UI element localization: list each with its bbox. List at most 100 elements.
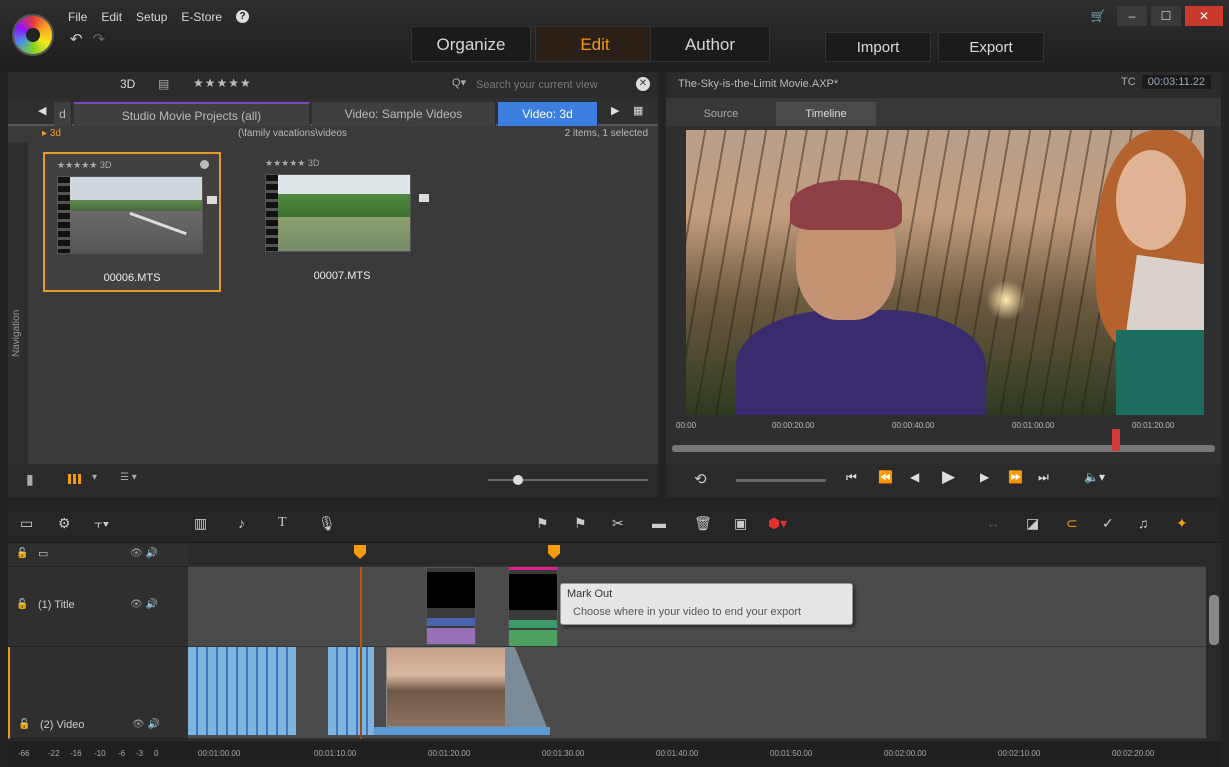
track-name[interactable]: (2) Video — [40, 719, 84, 731]
video-clip[interactable] — [328, 647, 374, 735]
menu-estore[interactable]: E-Store — [181, 10, 222, 24]
tab-source[interactable]: Source — [671, 102, 771, 126]
vertical-scrollbar[interactable] — [1209, 595, 1219, 645]
library-icon[interactable]: ▮ — [26, 471, 34, 488]
microphone-icon[interactable]: 🎙 — [318, 515, 336, 532]
go-to-start-icon[interactable]: ⏮ — [846, 470, 857, 485]
maximize-button[interactable]: ☐ — [1151, 6, 1181, 26]
title-clip[interactable] — [426, 567, 476, 645]
video-clip-thumbnail[interactable] — [386, 647, 506, 727]
help-icon[interactable]: ? — [236, 10, 250, 23]
split-icon[interactable]: ✂ — [612, 515, 624, 532]
music-icon[interactable]: ♪ — [238, 515, 245, 531]
library-tab-partial[interactable]: d — [54, 102, 72, 126]
menu-edit[interactable]: Edit — [101, 10, 122, 24]
volume-icon[interactable]: 🔈▾ — [1084, 470, 1105, 484]
storyboard-icon[interactable]: ▭ — [20, 515, 33, 532]
mark-out-flag[interactable] — [548, 545, 560, 559]
title-clip[interactable] — [508, 567, 558, 646]
step-forward-icon[interactable]: ▶ — [980, 470, 989, 484]
chevron-down-icon[interactable]: ▾ — [92, 472, 97, 483]
cart-icon[interactable]: 🛒 — [1083, 6, 1113, 26]
ripple-icon[interactable]: ◪ — [1026, 515, 1039, 532]
scrub-bar[interactable] — [672, 445, 1215, 452]
marker-icon[interactable]: ⬢▾ — [768, 515, 787, 532]
go-to-end-icon[interactable]: ⏭ — [1038, 470, 1049, 485]
transition[interactable] — [506, 647, 550, 735]
library-tab-video-3d[interactable]: Video: 3d — [498, 102, 598, 126]
export-button[interactable]: Export — [938, 32, 1044, 62]
mixer-icon[interactable]: ▥ — [194, 515, 207, 532]
clear-search-icon[interactable]: ✕ — [636, 77, 650, 91]
clip-item[interactable]: ★★★★★ 3D 00006.MTS — [43, 152, 221, 292]
snapshot-icon[interactable]: ▣ — [734, 515, 747, 532]
slider-handle[interactable] — [513, 475, 523, 485]
tab-list-icon[interactable]: ▦ — [633, 104, 643, 117]
next-icon[interactable]: ⏩ — [1008, 470, 1023, 484]
import-button[interactable]: Import — [825, 32, 931, 62]
clip-icon[interactable]: ▬ — [652, 515, 666, 531]
tab-author[interactable]: Author — [650, 26, 770, 62]
audio-scrub-icon[interactable]: ♫ — [1138, 515, 1149, 531]
folder-label[interactable]: ▸ 3d — [42, 128, 61, 139]
redo-icon[interactable]: ↷ — [93, 30, 106, 48]
thumbnail-size-slider[interactable] — [488, 475, 648, 485]
mark-out-icon[interactable]: ⚑ — [574, 515, 587, 532]
list-view-icon[interactable]: ☰ ▾ — [120, 472, 137, 483]
lock-icon[interactable]: 🔓 — [16, 599, 28, 610]
shuttle-control[interactable] — [736, 479, 826, 482]
tab-timeline[interactable]: Timeline — [776, 102, 876, 126]
visibility-audio-icon[interactable]: 👁 🔊 — [130, 548, 158, 559]
tag-icon[interactable]: ▤ — [158, 77, 169, 91]
lock-icon[interactable]: 🔓 — [16, 548, 28, 559]
clip-item[interactable]: ★★★★★ 3D 00007.MTS — [253, 152, 431, 292]
monitor-icon[interactable]: ▭ — [38, 547, 48, 560]
visibility-audio-icon[interactable]: 👁 🔊 — [132, 719, 160, 730]
magnet-icon[interactable]: ⊂ — [1066, 515, 1078, 532]
visibility-audio-icon[interactable]: 👁 🔊 — [130, 599, 158, 610]
previous-icon[interactable]: ⏪ — [878, 470, 893, 484]
filmstrip-icon — [58, 177, 70, 253]
minimize-button[interactable]: – — [1117, 6, 1147, 26]
timeline-ruler[interactable]: -66 -22 -16 -10 -6 -3 0 00:01:00.00 00:0… — [8, 741, 1221, 767]
lock-icon[interactable]: 🔓 — [18, 719, 30, 730]
light-icon[interactable]: ✦ — [1176, 515, 1188, 532]
title-icon[interactable]: T — [278, 515, 287, 531]
search-input[interactable] — [458, 76, 648, 94]
tab-scroll-left-icon[interactable]: ◀ — [38, 104, 46, 117]
tab-organize[interactable]: Organize — [411, 26, 531, 62]
loop-icon[interactable]: ⟲ — [694, 470, 707, 488]
library-tab-movie-projects[interactable]: Studio Movie Projects (all) — [74, 102, 310, 126]
play-icon[interactable]: ▶ — [942, 467, 955, 487]
check-icon[interactable]: ✓ — [1102, 515, 1114, 532]
navigation-strip[interactable]: Navigation — [8, 142, 28, 467]
playhead[interactable] — [1111, 429, 1120, 451]
track-name[interactable]: (1) Title — [38, 599, 75, 611]
menu-setup[interactable]: Setup — [136, 10, 167, 24]
info-icon[interactable] — [200, 160, 209, 169]
tab-edit[interactable]: Edit — [535, 26, 655, 62]
player-scrubber[interactable]: 00:00 00:00:20.00 00:00:40.00 00:01:00.0… — [672, 417, 1215, 457]
rating-filter[interactable]: ★★★★★ — [193, 76, 252, 90]
timecode-value[interactable]: 00:03:11.22 — [1141, 75, 1211, 89]
menu-file[interactable]: File — [68, 10, 87, 24]
3d-filter[interactable]: 3D — [120, 77, 135, 91]
mark-in-icon[interactable]: ⚑ — [536, 515, 549, 532]
settings-icon[interactable]: ⚙ — [58, 515, 71, 532]
folder-icon — [419, 194, 429, 202]
grid-view-icon[interactable] — [68, 474, 82, 484]
marker-area[interactable] — [188, 543, 1206, 567]
library-tab-sample-videos[interactable]: Video: Sample Videos — [312, 102, 496, 126]
snap-icon[interactable]: ⫟▾ — [94, 515, 109, 532]
mark-in-flag[interactable] — [354, 545, 366, 559]
video-clip[interactable] — [188, 647, 296, 735]
preview-woman — [1096, 130, 1204, 415]
close-button[interactable]: ✕ — [1185, 6, 1223, 26]
video-track-area[interactable] — [188, 647, 1206, 739]
step-back-icon[interactable]: ◀ — [910, 470, 919, 484]
delete-icon[interactable]: 🗑 — [694, 515, 712, 532]
link-icon[interactable]: ↔ — [986, 515, 1000, 531]
tab-scroll-right-icon[interactable]: ▶ — [611, 104, 619, 117]
undo-icon[interactable]: ↶ — [70, 30, 83, 48]
video-preview[interactable] — [686, 130, 1204, 415]
